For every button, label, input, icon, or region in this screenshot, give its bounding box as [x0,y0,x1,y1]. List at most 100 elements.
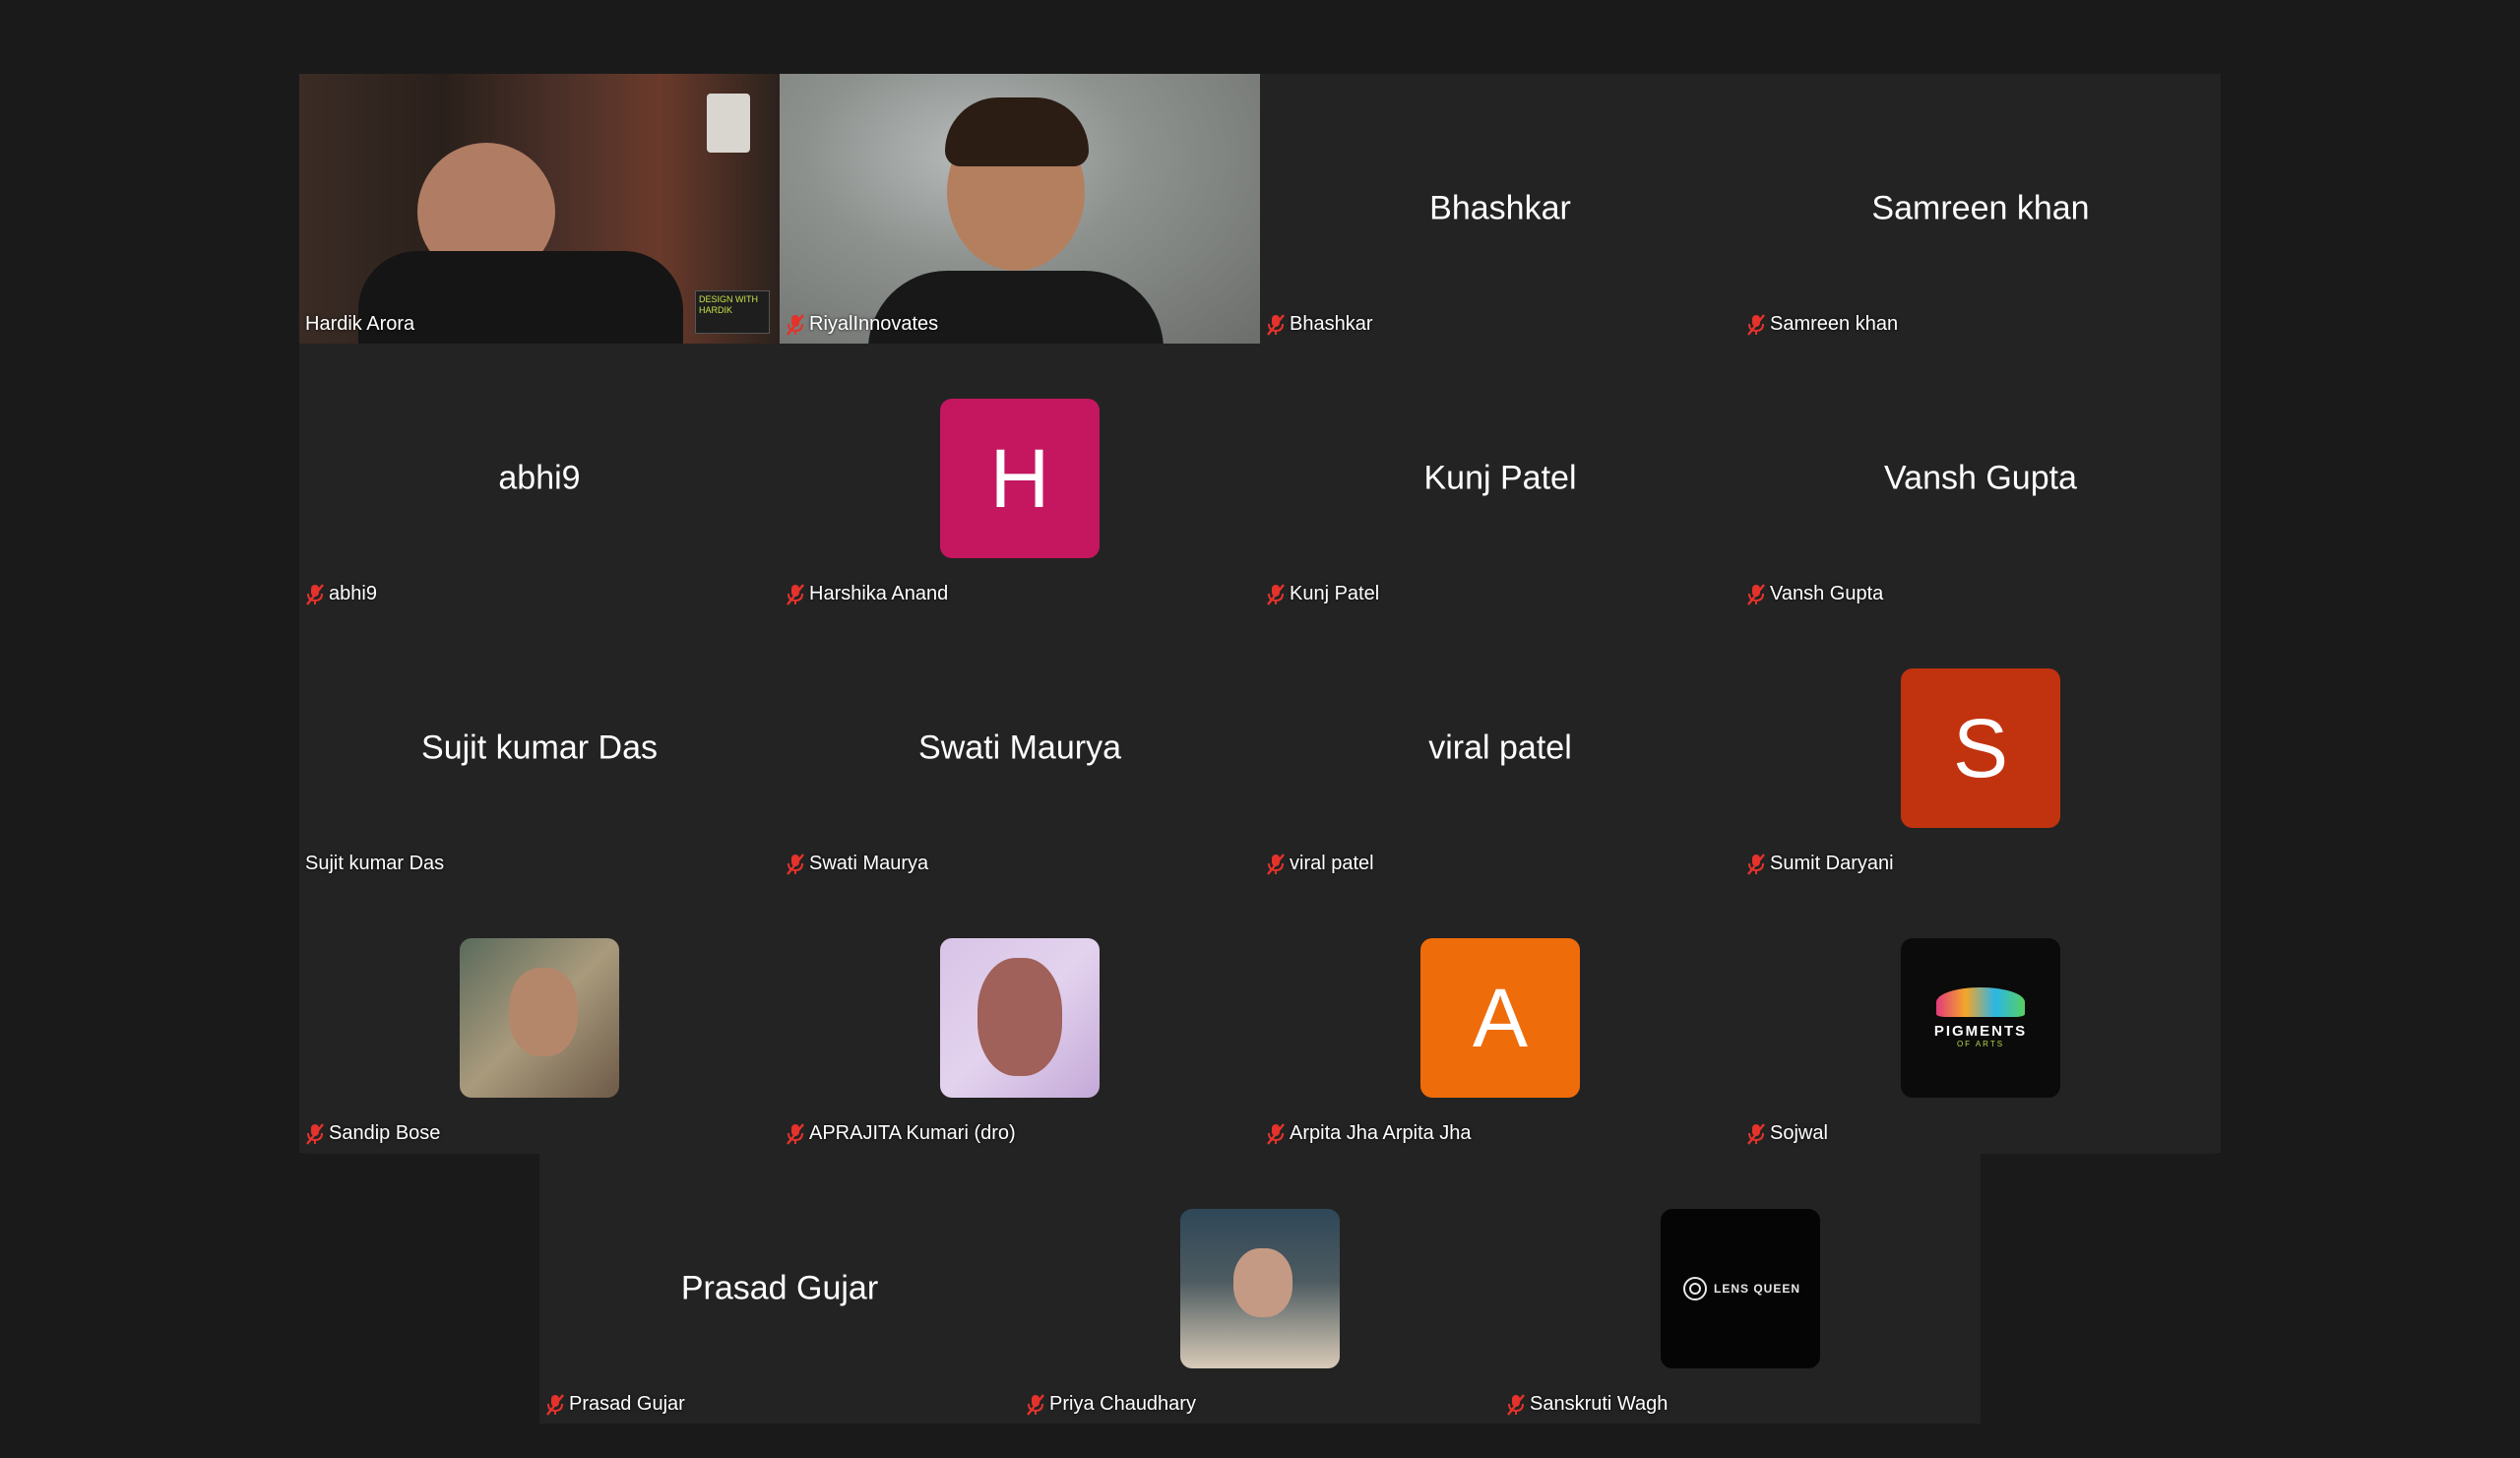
participant-name: Sojwal [1770,1122,1828,1144]
mic-off-icon [786,314,805,336]
participant-grid-last-row: Prasad Gujar Prasad Gujar Priya Chaudhar… [539,1154,1981,1424]
tile-riyalinnovates[interactable]: RiyalInnovates [780,74,1260,344]
nameplate: Swati Maurya [786,853,928,875]
nameplate: APRAJITA Kumari (dro) [786,1122,1016,1145]
participant-name: Hardik Arora [305,313,415,335]
participant-grid: DESIGN WITH HARDIK Hardik Arora RiyalInn… [299,74,2221,1154]
tile-samreen-khan[interactable]: Samreen khan Samreen khan [1740,74,2221,344]
nameplate: Sandip Bose [305,1122,440,1145]
nameplate: Vansh Gupta [1746,583,1883,605]
mic-off-icon [545,1394,565,1416]
display-name: abhi9 [498,459,581,497]
display-name: viral patel [1428,729,1572,767]
tile-bhashkar[interactable]: Bhashkar Bhashkar [1260,74,1740,344]
mic-off-icon [305,1123,325,1145]
mic-off-icon [786,1123,805,1145]
tile-swati-maurya[interactable]: Swati Maurya Swati Maurya [780,613,1260,883]
nameplate: Kunj Patel [1266,583,1379,605]
profile-photo [460,938,619,1098]
display-name: Vansh Gupta [1884,459,2077,497]
participant-name: Vansh Gupta [1770,583,1884,604]
display-name: Swati Maurya [918,729,1121,767]
brand-wave-icon [1936,987,2025,1017]
mic-off-icon [1746,314,1766,336]
nameplate: Sujit kumar Das [305,853,444,875]
avatar: H [940,399,1100,558]
mic-off-icon [786,584,805,605]
tile-sanskruti-wagh[interactable]: LENS QUEEN Sanskruti Wagh [1500,1154,1981,1424]
tile-harshika-anand[interactable]: H Harshika Anand [780,344,1260,613]
mic-off-icon [1746,1123,1766,1145]
mic-off-icon [1746,584,1766,605]
nameplate: Arpita Jha Arpita Jha [1266,1122,1472,1145]
tile-prasad-gujar[interactable]: Prasad Gujar Prasad Gujar [539,1154,1020,1424]
tile-kunj-patel[interactable]: Kunj Patel Kunj Patel [1260,344,1740,613]
mic-off-icon [1266,584,1286,605]
nameplate: Bhashkar [1266,313,1373,336]
mic-off-icon [1506,1394,1526,1416]
participant-name: Prasad Gujar [569,1393,685,1415]
tile-priya-chaudhary[interactable]: Priya Chaudhary [1020,1154,1500,1424]
mic-off-icon [1746,854,1766,875]
avatar: A [1420,938,1580,1098]
tile-viral-patel[interactable]: viral patel viral patel [1260,613,1740,883]
avatar: S [1901,668,2060,828]
profile-photo [940,938,1100,1098]
profile-logo: PIGMENTS OF ARTS [1901,938,2060,1098]
display-name: Prasad Gujar [680,1269,879,1307]
profile-logo: LENS QUEEN [1661,1209,1820,1368]
nameplate: Samreen khan [1746,313,1898,336]
tile-sumit-daryani[interactable]: S Sumit Daryani [1740,613,2221,883]
logo-title: PIGMENTS [1933,1023,2028,1040]
participant-name: Harshika Anand [809,583,949,604]
participant-name: abhi9 [329,583,377,604]
profile-photo [1180,1209,1340,1368]
participant-name: Samreen khan [1770,313,1899,335]
nameplate: abhi9 [305,583,377,605]
display-name: Kunj Patel [1423,459,1577,497]
participant-name: Arpita Jha Arpita Jha [1290,1122,1472,1144]
video-feed [780,74,1260,344]
tile-arpita-jha[interactable]: A Arpita Jha Arpita Jha [1260,883,1740,1153]
participant-name: Swati Maurya [809,853,929,874]
nameplate: Prasad Gujar [545,1393,685,1416]
video-feed: DESIGN WITH HARDIK [299,74,780,344]
channel-badge: DESIGN WITH HARDIK [695,290,770,334]
participant-name: viral patel [1290,853,1374,874]
display-name: Bhashkar [1429,189,1571,227]
mic-off-icon [786,854,805,875]
nameplate: Sojwal [1746,1122,1828,1145]
nameplate: Sumit Daryani [1746,853,1894,875]
display-name: Samreen khan [1871,189,2090,227]
nameplate: viral patel [1266,853,1374,875]
tile-sandip-bose[interactable]: Sandip Bose [299,883,780,1153]
participant-name: RiyalInnovates [809,313,939,335]
participant-name: APRAJITA Kumari (dro) [809,1122,1016,1144]
mic-off-icon [1266,1123,1286,1145]
tile-aprajita-kumari[interactable]: APRAJITA Kumari (dro) [780,883,1260,1153]
participant-name: Sumit Daryani [1770,853,1894,874]
mic-off-icon [305,584,325,605]
display-name: Sujit kumar Das [421,729,658,767]
nameplate: RiyalInnovates [786,313,938,336]
nameplate: Sanskruti Wagh [1506,1393,1668,1416]
participant-name: Sanskruti Wagh [1530,1393,1669,1415]
tile-vansh-gupta[interactable]: Vansh Gupta Vansh Gupta [1740,344,2221,613]
mic-off-icon [1026,1394,1045,1416]
mic-off-icon [1266,314,1286,336]
camera-icon [1682,1277,1707,1300]
nameplate: Hardik Arora [305,313,414,336]
participant-name: Kunj Patel [1290,583,1380,604]
logo-subtitle: OF ARTS [1956,1040,2005,1048]
participant-name: Priya Chaudhary [1049,1393,1196,1415]
tile-hardik-arora[interactable]: DESIGN WITH HARDIK Hardik Arora [299,74,780,344]
tile-sojwal[interactable]: PIGMENTS OF ARTS Sojwal [1740,883,2221,1153]
participant-name: Bhashkar [1290,313,1373,335]
tile-sujit-kumar-das[interactable]: Sujit kumar Das Sujit kumar Das [299,613,780,883]
tile-abhi9[interactable]: abhi9 abhi9 [299,344,780,613]
logo-title: LENS QUEEN [1713,1282,1800,1296]
participant-name: Sandip Bose [329,1122,441,1144]
nameplate: Harshika Anand [786,583,948,605]
nameplate: Priya Chaudhary [1026,1393,1196,1416]
mic-off-icon [1266,854,1286,875]
